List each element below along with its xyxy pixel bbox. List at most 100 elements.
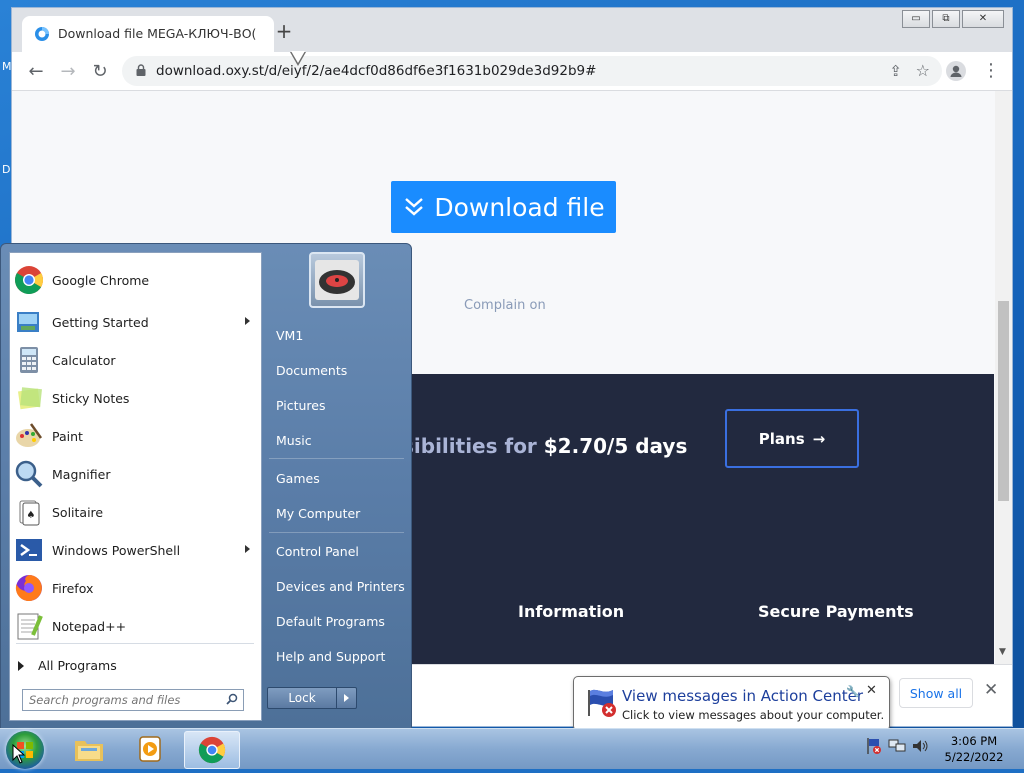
balloon-close-icon[interactable]: ✕ — [866, 683, 877, 698]
start-menu-divider — [16, 643, 254, 644]
chrome-icon — [198, 736, 226, 764]
network-icon[interactable] — [888, 738, 906, 754]
oxy-favicon-icon — [35, 27, 49, 41]
start-link-my-computer[interactable]: My Computer — [276, 506, 360, 521]
lock-icon — [136, 64, 146, 76]
taskbar-chrome[interactable] — [184, 731, 240, 769]
start-search-box[interactable] — [22, 689, 244, 711]
svg-text:♠: ♠ — [27, 510, 36, 521]
start-link-games[interactable]: Games — [276, 471, 320, 486]
desktop-glyph-d: D — [2, 163, 11, 176]
browser-toolbar: ← → ↻ download.oxy.st/d/eiyf/2/ae4dcf0d8… — [12, 52, 1012, 91]
action-center-flag-icon — [588, 689, 616, 717]
user-picture[interactable] — [309, 252, 365, 308]
forward-button[interactable]: → — [58, 62, 78, 82]
show-all-button[interactable]: Show all — [899, 678, 973, 708]
program-paint[interactable]: Paint — [13, 419, 256, 453]
taskbar: 3:06 PM 5/22/2022 — [0, 728, 1024, 769]
balloon-tail-inner — [291, 51, 305, 63]
program-notepadpp[interactable]: Notepad++ — [13, 609, 256, 643]
secure-payments-heading: Secure Payments — [758, 602, 914, 621]
taskbar-media-player[interactable] — [123, 731, 177, 767]
program-calculator[interactable]: Calculator — [13, 343, 256, 377]
taskbar-explorer[interactable] — [62, 731, 116, 767]
chrome-menu-button[interactable]: ⋮ — [982, 61, 1000, 81]
download-file-button[interactable]: Download file — [391, 181, 616, 233]
volume-icon[interactable] — [912, 738, 930, 754]
page-scrollbar[interactable]: ▼ — [995, 91, 1012, 664]
user-avatar-icon — [315, 260, 359, 300]
chrome-titlebar: Download file MEGA-КЛЮЧ-ВО( + ▭ ⧉ ✕ — [12, 8, 1012, 52]
balloon-title: View messages in Action Center — [622, 687, 864, 705]
program-label: Sticky Notes — [52, 390, 130, 406]
wrench-icon[interactable]: 🔧 — [846, 685, 860, 698]
program-windows-powershell[interactable]: Windows PowerShell — [13, 533, 256, 567]
program-label: Paint — [52, 428, 83, 444]
start-link-user[interactable]: VM1 — [276, 328, 303, 343]
plans-label: Plans — [758, 429, 805, 448]
program-sticky-notes[interactable]: Sticky Notes — [13, 381, 256, 415]
information-heading: Information — [518, 602, 625, 621]
program-firefox[interactable]: Firefox — [13, 571, 256, 605]
start-menu: Google Chrome Getting Started Calculator… — [0, 243, 412, 729]
magnifier-icon — [15, 460, 43, 488]
profile-avatar[interactable] — [946, 61, 966, 81]
bookmark-star-icon[interactable]: ☆ — [916, 61, 930, 80]
start-link-pictures[interactable]: Pictures — [276, 398, 326, 413]
plans-button[interactable]: Plans → — [725, 409, 859, 468]
start-link-default-programs[interactable]: Default Programs — [276, 614, 385, 629]
program-getting-started[interactable]: Getting Started — [13, 305, 256, 339]
action-center-tray-icon[interactable] — [866, 737, 882, 755]
promo-price: $2.70/5 days — [543, 434, 688, 458]
program-magnifier[interactable]: Magnifier — [13, 457, 256, 491]
firefox-icon — [15, 575, 42, 601]
start-right-divider — [269, 458, 404, 459]
promo-text: sibilities for $2.70/5 days — [402, 434, 687, 458]
start-link-documents[interactable]: Documents — [276, 363, 347, 378]
getting-started-icon — [17, 312, 39, 332]
expand-arrow-icon — [18, 660, 24, 671]
program-label: Magnifier — [52, 466, 111, 482]
power-options-arrow-icon[interactable] — [336, 688, 356, 708]
start-link-help-support[interactable]: Help and Support — [276, 649, 385, 664]
calculator-icon — [20, 347, 38, 373]
download-file-label: Download file — [434, 192, 605, 222]
promo-muted-text: sibilities for — [402, 434, 537, 458]
browser-tab[interactable]: Download file MEGA-КЛЮЧ-ВО( — [22, 16, 274, 52]
program-label: Windows PowerShell — [52, 542, 181, 558]
reload-button[interactable]: ↻ — [90, 62, 110, 82]
paint-icon — [16, 423, 43, 447]
submenu-arrow-icon — [245, 545, 250, 553]
minimize-button[interactable]: ▭ — [902, 10, 930, 28]
close-window-button[interactable]: ✕ — [962, 10, 1004, 28]
url-text: download.oxy.st/d/eiyf/2/ae4dcf0d86df6e3… — [156, 63, 597, 79]
share-icon[interactable]: ⇪ — [889, 62, 902, 80]
back-button[interactable]: ← — [26, 62, 46, 82]
all-programs-button[interactable]: All Programs — [18, 658, 117, 673]
new-tab-button[interactable]: + — [275, 21, 293, 41]
taskbar-clock[interactable]: 3:06 PM 5/22/2022 — [934, 733, 1014, 765]
search-icon[interactable] — [226, 693, 238, 705]
program-solitaire[interactable]: ♠ Solitaire — [13, 495, 256, 529]
action-center-balloon[interactable]: View messages in Action Center Click to … — [573, 676, 890, 731]
program-label: Solitaire — [52, 504, 104, 520]
clock-date: 5/22/2022 — [944, 750, 1004, 764]
chrome-icon — [15, 266, 43, 294]
start-link-devices-printers[interactable]: Devices and Printers — [276, 579, 405, 594]
start-link-music[interactable]: Music — [276, 433, 312, 448]
scrollbar-thumb[interactable] — [998, 301, 1009, 501]
complain-link[interactable]: Complain on — [464, 298, 546, 313]
start-right-divider — [269, 532, 404, 533]
folder-icon — [75, 741, 103, 761]
start-search-input[interactable] — [27, 691, 221, 709]
clock-time: 3:06 PM — [950, 734, 998, 748]
program-google-chrome[interactable]: Google Chrome — [13, 263, 256, 297]
lock-label: Lock — [288, 691, 316, 705]
double-chevron-down-icon — [405, 198, 424, 216]
address-bar[interactable]: download.oxy.st/d/eiyf/2/ae4dcf0d86df6e3… — [122, 56, 942, 86]
scroll-down-arrow-icon[interactable]: ▼ — [999, 647, 1006, 657]
start-link-control-panel[interactable]: Control Panel — [276, 544, 359, 559]
restore-button[interactable]: ⧉ — [932, 10, 960, 28]
close-download-shelf-icon[interactable]: ✕ — [984, 680, 998, 700]
lock-button[interactable]: Lock — [267, 687, 357, 709]
